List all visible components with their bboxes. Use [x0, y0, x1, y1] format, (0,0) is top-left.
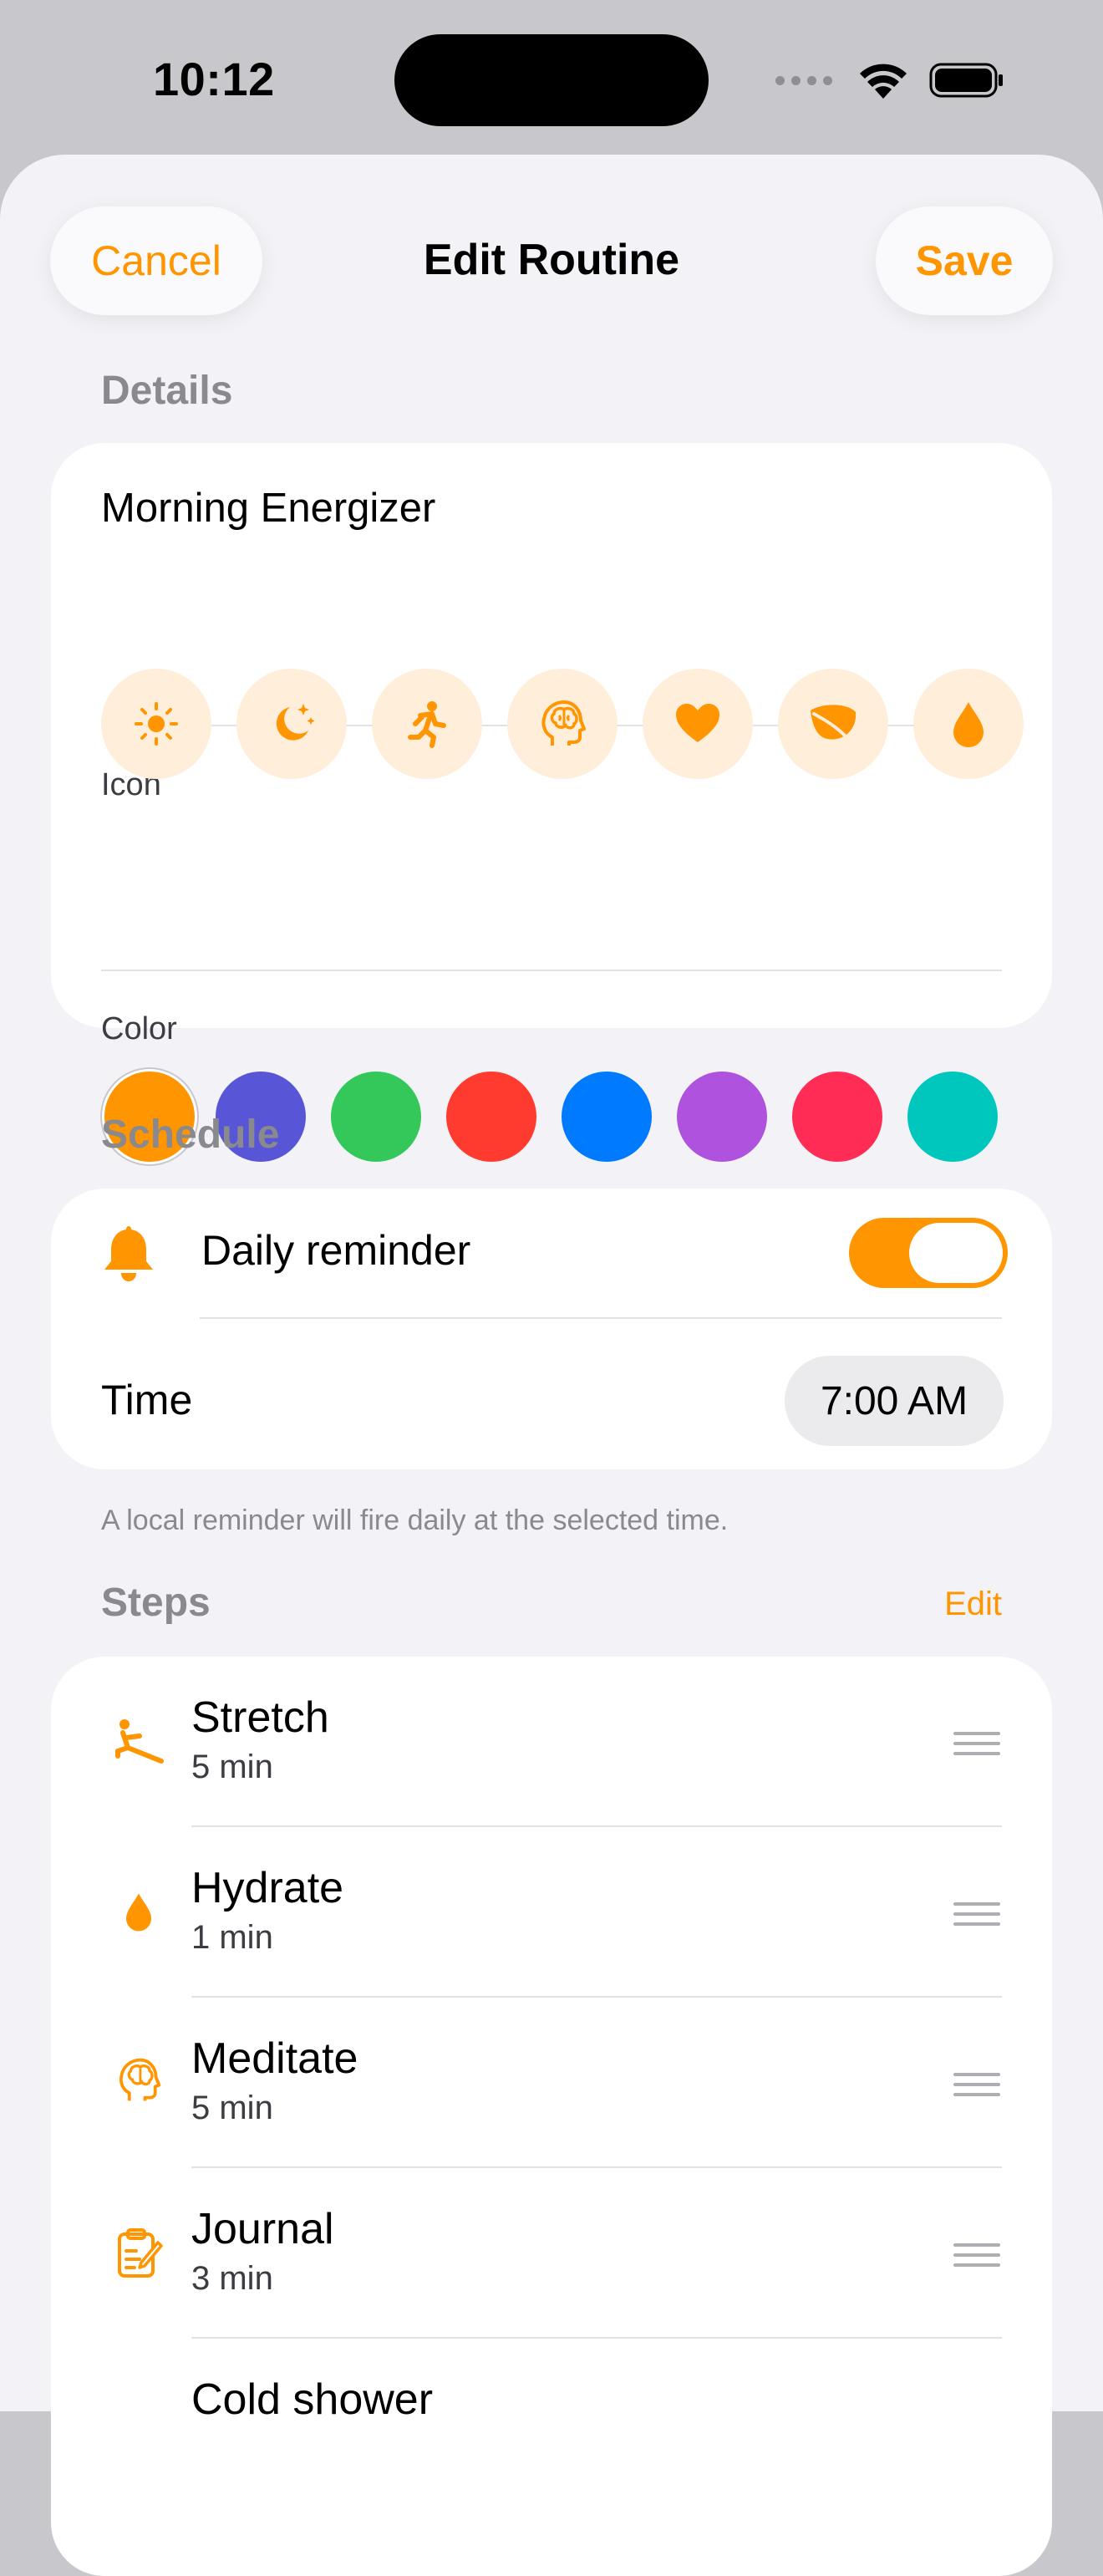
moon-stars-icon	[276, 704, 315, 741]
dynamic-island	[394, 34, 709, 126]
drop-icon	[109, 1882, 168, 1941]
daily-reminder-toggle[interactable]	[849, 1218, 1008, 1288]
icon-option-brain[interactable]	[507, 669, 618, 779]
status-time: 10:12	[153, 53, 275, 105]
reminder-footnote: A local reminder will fire daily at the …	[101, 1504, 729, 1536]
step-row[interactable]: Stretch 5 min	[51, 1657, 1052, 1827]
icon-option-runner[interactable]	[372, 669, 482, 779]
save-button[interactable]: Save	[876, 206, 1053, 315]
icon-option-drop[interactable]	[913, 669, 1024, 779]
cellular-signal-icon	[775, 75, 832, 85]
icon-option-heart[interactable]	[643, 669, 753, 779]
icon-option-leaf[interactable]	[778, 669, 888, 779]
bell-icon	[104, 1226, 153, 1281]
color-option-purple[interactable]	[677, 1072, 767, 1162]
clipboard-pen-icon	[109, 2223, 168, 2282]
color-option-teal[interactable]	[907, 1072, 998, 1162]
battery-icon	[929, 63, 1003, 98]
drag-handle-icon[interactable]	[953, 1732, 1000, 1762]
navigation-bar: Cancel Edit Routine Save	[0, 155, 1103, 322]
edit-steps-button[interactable]: Edit	[944, 1586, 1002, 1623]
drag-handle-icon[interactable]	[953, 2073, 1000, 2103]
color-option-pink[interactable]	[792, 1072, 882, 1162]
step-title: Hydrate	[191, 1864, 344, 1912]
status-icons	[775, 62, 1004, 99]
steps-card: Stretch 5 min Hydrate 1 min Meditate 5 m…	[51, 1657, 1052, 2576]
drop-icon	[953, 702, 984, 747]
color-label: Color	[101, 1011, 177, 1046]
drag-handle-icon[interactable]	[953, 2243, 1000, 2273]
step-duration: 3 min	[191, 2260, 273, 2297]
leaf-icon	[811, 705, 856, 747]
step-duration: 1 min	[191, 1919, 273, 1956]
color-option-blue[interactable]	[562, 1072, 652, 1162]
details-card: Morning Energizer Icon Color	[51, 443, 1054, 1046]
step-title: Cold shower	[191, 2375, 434, 2424]
brain-head-icon	[109, 2051, 168, 2110]
step-row[interactable]: Journal 3 min	[51, 2168, 1052, 2339]
step-title: Journal	[191, 2205, 334, 2253]
icon-option-sun[interactable]	[101, 669, 211, 779]
wifi-icon	[860, 64, 907, 99]
toggle-knob	[909, 1223, 1003, 1283]
icon-picker	[101, 669, 1054, 781]
divider	[200, 1317, 1002, 1319]
time-picker[interactable]: 7:00 AM	[785, 1356, 1004, 1446]
sun-icon	[135, 702, 178, 746]
time-label: Time	[101, 1377, 193, 1423]
step-row[interactable]: Cold shower	[51, 2339, 1052, 2509]
icon-option-moon[interactable]	[236, 669, 347, 779]
color-option-red[interactable]	[446, 1072, 536, 1162]
stretch-icon	[109, 1713, 168, 1771]
daily-reminder-label: Daily reminder	[201, 1227, 471, 1274]
edit-routine-sheet: Cancel Edit Routine Save Details Morning…	[0, 155, 1103, 2576]
status-bar: 10:12	[0, 0, 1103, 159]
steps-header: Steps	[101, 1581, 211, 1625]
step-title: Meditate	[191, 2034, 358, 2083]
heart-icon	[676, 704, 719, 742]
routine-name-field[interactable]: Morning Energizer	[101, 485, 435, 532]
schedule-header: Schedule	[101, 1112, 280, 1157]
step-duration: 5 min	[191, 2090, 273, 2126]
color-option-green[interactable]	[331, 1072, 421, 1162]
details-header: Details	[101, 369, 233, 413]
brain-head-icon	[541, 700, 586, 746]
schedule-card: Daily reminder Time 7:00 AM	[51, 1189, 1052, 1469]
drag-handle-icon[interactable]	[953, 1902, 1000, 1932]
step-title: Stretch	[191, 1693, 329, 1742]
step-row[interactable]: Meditate 5 min	[51, 1998, 1052, 2168]
divider	[101, 970, 1002, 971]
runner-icon	[408, 701, 446, 748]
step-row[interactable]: Hydrate 1 min	[51, 1827, 1052, 1998]
step-duration: 5 min	[191, 1749, 273, 1785]
